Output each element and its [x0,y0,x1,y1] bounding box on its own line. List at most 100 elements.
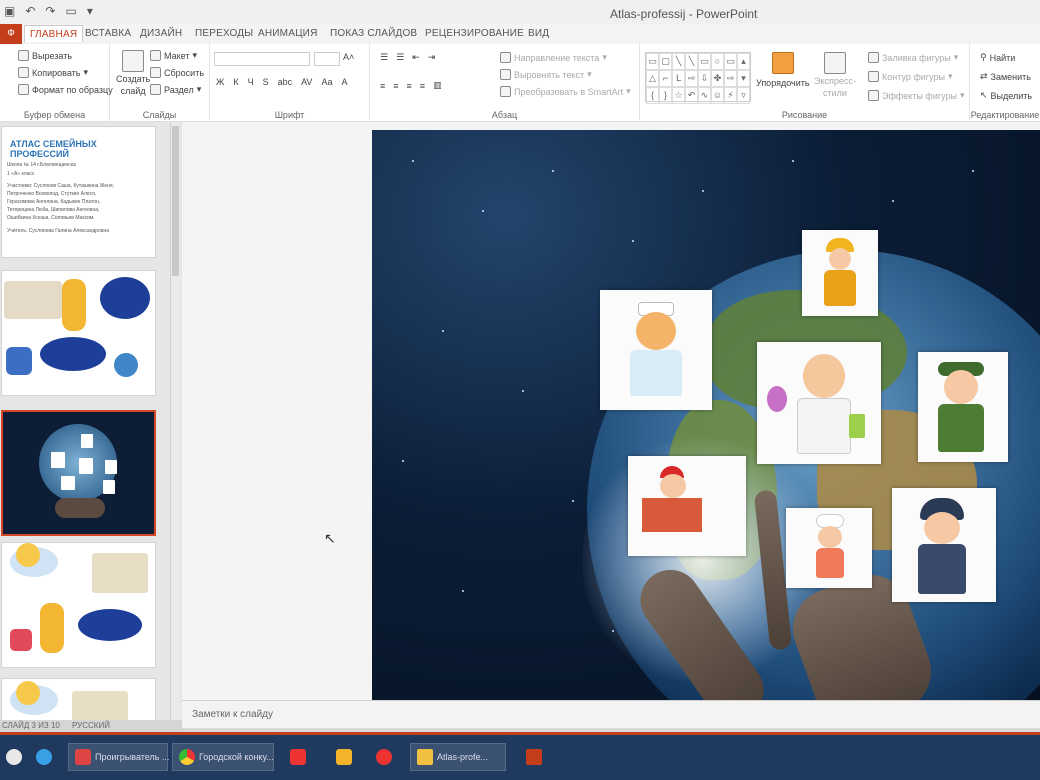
editing-group-label: Редактирование [970,110,1040,120]
start-presentation-icon[interactable]: ▭ [65,4,76,18]
section-button[interactable]: Раздел ▾ [150,84,201,95]
change-case-button[interactable]: Aa [321,77,332,87]
tab-insert[interactable]: ВСТАВКА [85,28,131,39]
police-card[interactable] [892,488,996,602]
slide-thumbnail-5[interactable] [1,678,156,720]
layout-icon [150,50,161,61]
chemist-card[interactable] [757,342,881,464]
soldier-card[interactable] [918,352,1008,462]
bold-button[interactable]: Ж [216,77,224,87]
align-text-icon [500,69,511,80]
yandex-browser-taskbar-button[interactable] [370,743,398,771]
increase-indent-icon[interactable]: ⇥ [428,52,436,63]
cut-button[interactable]: Вырезать [18,50,72,61]
align-right-icon[interactable]: ≡ [407,81,412,91]
world-map-image [4,281,62,319]
tab-home[interactable]: ГЛАВНАЯ [24,25,84,42]
thumb1-line: Школа № 14 г.Благовещенска [7,162,76,168]
slides-group-label: Слайды [142,110,177,120]
tab-slideshow[interactable]: ПОКАЗ СЛАЙДОВ [330,28,417,39]
scrollbar-thumb[interactable] [172,126,179,276]
book-character-image [10,629,32,651]
find-button[interactable]: ⚲ Найти [980,52,1015,63]
decrease-indent-icon[interactable]: ⇤ [412,52,420,63]
start-button[interactable] [0,743,26,771]
taskbar-item[interactable]: Городской конку... [172,743,274,771]
shapes-gallery[interactable]: ▭ ▢ ╲ ╲ ▭ ○ ▭ ▴ △ ⌐ ᒪ ⇨ ⇩ ✤ ⇨ ▾ {} ☆ ↶ ∿ ☺ ⚡ ▿ [645,52,751,104]
shape-outline-button[interactable]: Контур фигуры ▾ [868,71,952,82]
slide-thumbnail-3[interactable] [1,410,156,536]
thumbnail-scrollbar[interactable] [170,122,180,720]
windows-taskbar: Проигрыватель ... Городской конку... Atl… [0,732,1040,780]
pencil-character-image [40,603,64,653]
builder-card[interactable] [628,456,746,556]
quick-styles-button[interactable]: Экспресс- стили [814,52,856,98]
text-direction-button[interactable]: Направление текста ▾ [500,52,607,63]
powerpoint-taskbar-button[interactable] [520,743,548,771]
char-spacing-button[interactable]: AV [301,77,312,87]
underline-button[interactable]: Ч [248,77,254,87]
internet-explorer-icon [36,749,52,765]
numbering-icon[interactable]: ☰ [396,52,404,63]
profession-card [51,452,65,468]
bullets-icon[interactable]: ☰ [380,52,388,63]
tab-file[interactable]: Ф [0,24,22,44]
replace-button[interactable]: ⇄ Заменить [980,71,1031,82]
italic-button[interactable]: К [233,77,238,87]
notes-pane[interactable]: Заметки к слайду [182,700,1040,728]
reset-button[interactable]: Сбросить [150,67,204,78]
taskbar-item[interactable]: Atlas-profe... [410,743,506,771]
taskbar-item[interactable]: Проигрыватель ... [68,743,169,771]
powerpoint-icon [526,749,542,765]
yandex-taskbar-button[interactable] [284,743,312,771]
save-icon[interactable]: ▣ [4,4,15,18]
cook-card[interactable] [786,508,872,588]
shadow-button[interactable]: S [263,77,269,87]
font-name-field[interactable] [214,52,310,66]
ie-taskbar-button[interactable] [30,743,64,771]
tab-design[interactable]: ДИЗАЙН [140,28,182,39]
speech-bubble [40,337,106,371]
drive-taskbar-button[interactable] [330,743,358,771]
redo-icon[interactable]: ↷ [45,4,55,18]
align-center-icon[interactable]: ≡ [393,81,398,91]
shape-fill-button[interactable]: Заливка фигуры ▾ [868,52,958,63]
firefighter-card[interactable] [802,230,878,316]
tab-transitions[interactable]: ПЕРЕХОДЫ [195,28,253,39]
format-painter-button[interactable]: Формат по образцу [18,84,113,95]
align-text-button[interactable]: Выровнять текст ▾ [500,69,592,80]
slide-counter: СЛАЙД 3 ИЗ 10 [2,721,60,730]
justify-icon[interactable]: ≡ [420,81,425,91]
font-color-button[interactable]: A [341,77,347,87]
align-left-icon[interactable]: ≡ [380,81,385,91]
undo-icon[interactable]: ↶ [25,4,35,18]
arrange-button[interactable]: Упорядочить [756,52,810,88]
tab-review[interactable]: РЕЦЕНЗИРОВАНИЕ [425,28,524,39]
google-drive-icon [336,749,352,765]
columns-icon[interactable]: ▥ [433,80,442,91]
font-size-field[interactable] [314,52,340,66]
document-title: Atlas-professij - PowerPoint [610,7,758,21]
clipboard-group: Вырезать Копировать ▾ Формат по образцу … [0,44,113,122]
layout-button[interactable]: Макет ▾ [150,50,197,61]
tab-animation[interactable]: АНИМАЦИЯ [258,28,318,39]
editing-group: ⚲ Найти ⇄ Заменить ↖ Выделить Редактировани… [970,44,1040,122]
new-slide-button[interactable]: Создать слайд [116,50,150,96]
tab-view[interactable]: ВИД [528,28,549,39]
shape-effects-button[interactable]: Эффекты фигуры ▾ [868,90,965,101]
strikethrough-button[interactable]: abc [278,77,293,87]
slide-thumbnail-2[interactable] [1,270,156,396]
select-button[interactable]: ↖ Выделить [980,90,1032,101]
language-indicator[interactable]: РУССКИЙ [72,721,110,730]
slide-thumbnail-4[interactable] [1,542,156,668]
slide-thumbnail-1[interactable]: АТЛАС СЕМЕЙНЫХ ПРОФЕССИЙ Школа № 14 г.Бл… [1,126,156,258]
copy-button[interactable]: Копировать ▾ [18,67,88,78]
current-slide[interactable] [372,130,1040,700]
ribbon: Вырезать Копировать ▾ Формат по образцу … [0,44,1040,122]
doctor-card[interactable] [600,290,712,410]
customize-toolbar-icon[interactable]: ▾ [87,4,93,18]
clipboard-group-label: Буфер обмена [23,110,86,120]
section-icon [150,84,161,95]
grow-font-icon[interactable]: A˄ [343,52,354,62]
smartart-button[interactable]: Преобразовать в SmartArt ▾ [500,86,631,97]
